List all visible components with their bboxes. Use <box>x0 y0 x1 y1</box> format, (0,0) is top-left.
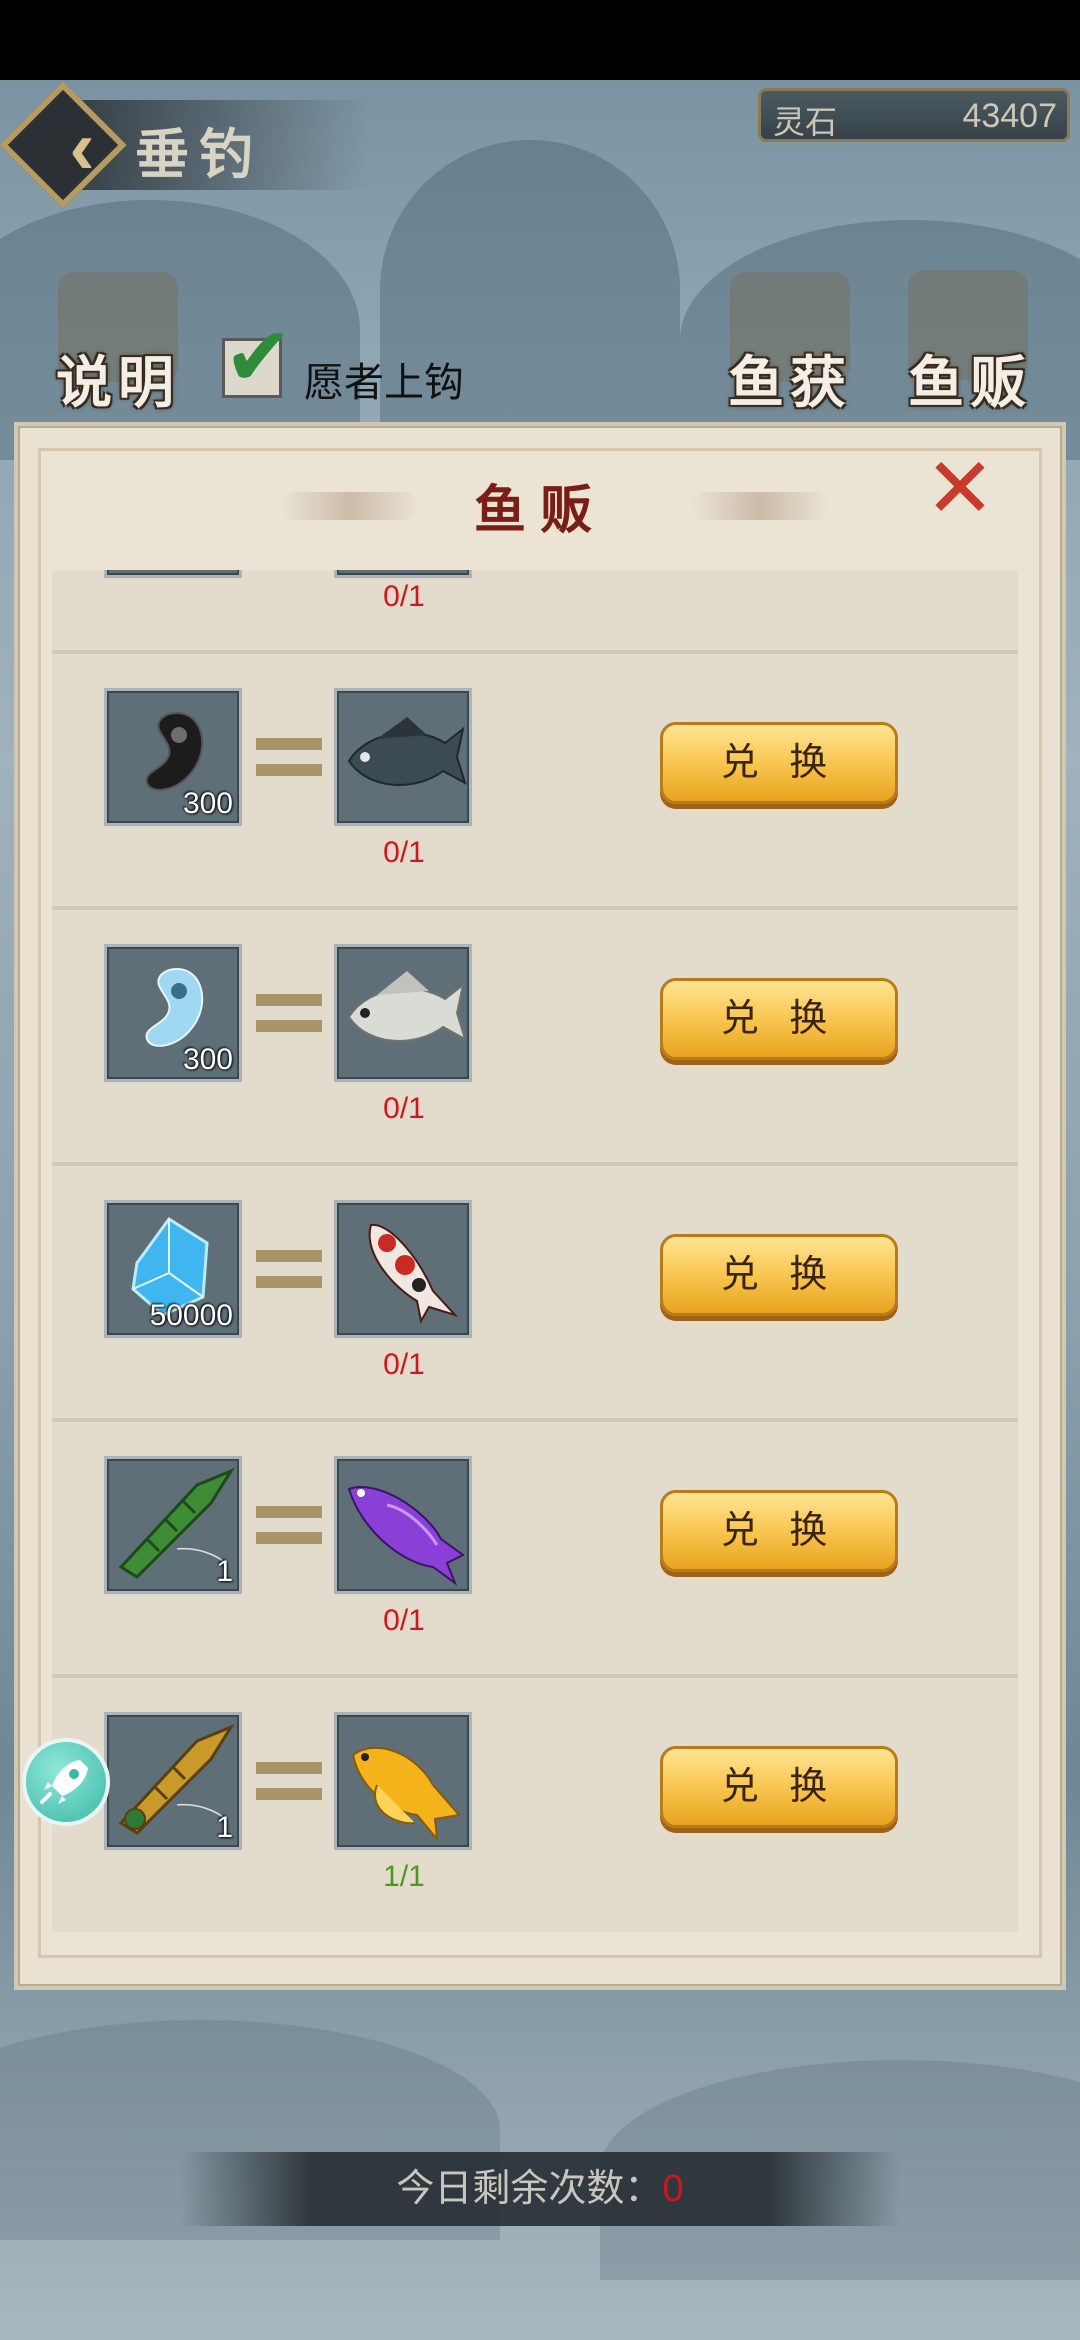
willing-label[interactable]: 愿者上钩 <box>304 350 464 408</box>
row-progress: 1/1 <box>383 1860 425 1893</box>
cost-count: 1 <box>216 1555 233 1588</box>
white-magatama-icon[interactable]: 300 <box>104 944 242 1082</box>
spirit-stone-counter: 灵石 43407 <box>758 88 1070 142</box>
exchange-button[interactable]: 兑 换 <box>660 1234 898 1316</box>
rocket-float-button[interactable] <box>22 1738 110 1826</box>
purple-arowana-fish-icon[interactable] <box>334 1456 472 1594</box>
remaining-count: 0 <box>662 2168 684 2210</box>
equals-icon <box>256 738 322 776</box>
panel-title: 鱼贩 <box>473 480 606 541</box>
help-button[interactable]: 说明 <box>56 338 180 419</box>
catch-button[interactable]: 鱼获 <box>728 338 852 419</box>
dark-bass-fish-icon[interactable] <box>334 688 472 826</box>
bamboo-fishing-rod-icon[interactable]: 1 <box>104 1456 242 1594</box>
cost-count: 50000 <box>149 1299 233 1332</box>
remaining-label: 今日剩余次数： <box>396 2168 663 2210</box>
row-divider <box>52 1162 1018 1166</box>
purple-arowana-fish-graphic <box>347 1486 465 1586</box>
row-divider <box>52 650 1018 654</box>
checkmark-icon[interactable]: ✔ <box>224 317 304 399</box>
koi-fish-graphic <box>368 1223 459 1324</box>
blue-crystal-icon[interactable]: 50000 <box>104 1200 242 1338</box>
row-progress: 0/1 <box>383 1348 425 1381</box>
currency-label: 灵石 <box>773 104 838 140</box>
page-title: 垂钓 <box>135 122 263 186</box>
currency-value: 43407 <box>962 97 1057 135</box>
row-divider <box>52 906 1018 910</box>
golden-fishing-rod-icon[interactable]: 1 <box>104 1712 242 1850</box>
remaining-attempts-bar: 今日剩余次数：0 <box>180 2152 900 2226</box>
dark-bass-fish-graphic <box>347 717 467 786</box>
row-progress: 0/1 <box>383 1092 425 1125</box>
white-perch-fish-graphic <box>347 971 467 1042</box>
row-progress: 0/1 <box>383 836 425 869</box>
status-bar <box>0 0 1080 80</box>
cost-count: 300 <box>182 1043 233 1076</box>
close-button[interactable]: ✕ <box>920 446 1000 530</box>
vendor-button[interactable]: 鱼贩 <box>908 338 1032 419</box>
cost-count: 1 <box>216 1811 233 1844</box>
black-magatama-icon[interactable]: 300 <box>104 688 242 826</box>
reward-item <box>334 570 472 578</box>
cost-item <box>104 570 242 578</box>
golden-fish-icon[interactable] <box>334 1712 472 1850</box>
koi-fish-icon[interactable] <box>334 1200 472 1338</box>
golden-fish-graphic <box>351 1746 461 1843</box>
exchange-list[interactable]: 0/1 300 0/1 兑 换 300 0/1 兑 换 50000 0/1 兑 … <box>52 570 1018 1932</box>
exchange-button[interactable]: 兑 换 <box>660 1490 898 1572</box>
white-perch-fish-icon[interactable] <box>334 944 472 1082</box>
equals-icon <box>256 1762 322 1800</box>
exchange-button[interactable]: 兑 换 <box>660 1746 898 1828</box>
cost-count: 300 <box>182 787 233 820</box>
equals-icon <box>256 994 322 1032</box>
row-divider <box>52 1418 1018 1422</box>
equals-icon <box>256 1506 322 1544</box>
back-arrow-icon[interactable]: ‹ <box>42 108 122 188</box>
row-progress: 0/1 <box>383 1604 425 1637</box>
exchange-button[interactable]: 兑 换 <box>660 722 898 804</box>
exchange-button[interactable]: 兑 换 <box>660 978 898 1060</box>
rocket-icon <box>40 1760 88 1804</box>
row-divider <box>52 1674 1018 1678</box>
equals-icon <box>256 1250 322 1288</box>
row-progress: 0/1 <box>383 580 425 613</box>
